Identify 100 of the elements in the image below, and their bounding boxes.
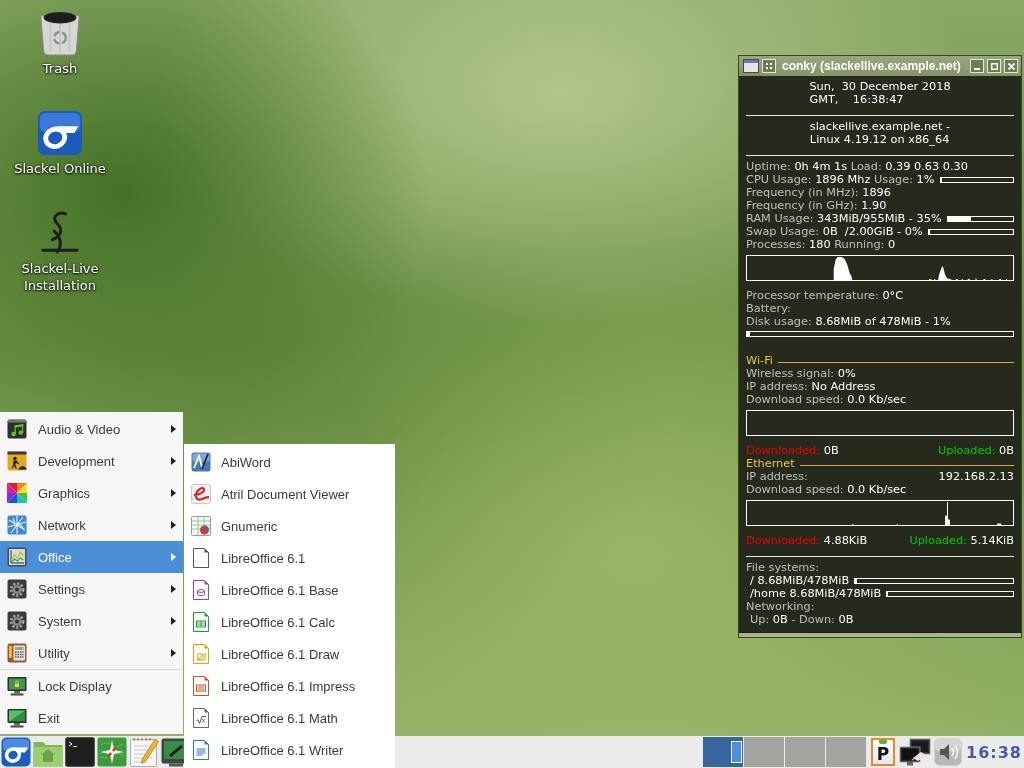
close-icon bbox=[1007, 62, 1015, 70]
stat-value: 1% bbox=[916, 173, 935, 186]
stat-label: Up: bbox=[750, 613, 770, 626]
text-document-icon bbox=[193, 740, 209, 760]
resize-border[interactable] bbox=[739, 632, 1021, 637]
submenu-arrow-icon bbox=[171, 521, 176, 529]
volume-icon[interactable] bbox=[934, 738, 963, 766]
stat-value: 0.0 Kb/sec bbox=[847, 393, 907, 406]
stat-label: Load: bbox=[850, 160, 882, 173]
stat-label: - Down: bbox=[791, 613, 835, 626]
menu-item[interactable]: System bbox=[0, 605, 183, 637]
window-menu-button[interactable] bbox=[762, 59, 776, 73]
workspace-button[interactable] bbox=[703, 737, 744, 767]
stat-label: Usage: bbox=[874, 173, 913, 186]
stat-label: Download speed: bbox=[746, 483, 844, 496]
stat-value: 0B bbox=[838, 613, 854, 626]
menu-item[interactable]: Utility bbox=[0, 637, 183, 669]
spreadsheet-document-icon bbox=[193, 612, 209, 632]
maximize-button[interactable] bbox=[987, 59, 1001, 73]
stat-value: 0B bbox=[772, 613, 788, 626]
stat-label: Processes: bbox=[746, 238, 806, 251]
menu-item[interactable]: Lock Display bbox=[0, 670, 183, 702]
menu-item[interactable]: Audio & Video bbox=[0, 413, 183, 445]
stat-label: Download speed: bbox=[746, 393, 844, 406]
stat-label: Frequency (in MHz): bbox=[746, 186, 859, 199]
stat-label: Battery: bbox=[746, 302, 791, 315]
calculator-icon bbox=[7, 643, 27, 663]
section-heading: Ethernet bbox=[746, 457, 795, 470]
menu-item[interactable]: LibreOffice 6.1 bbox=[184, 542, 395, 574]
info-text: Sun, 30 December 2018 bbox=[809, 80, 951, 93]
menu-item[interactable]: LibreOffice 6.1 Draw bbox=[184, 638, 395, 670]
stat-value: 0B bbox=[823, 444, 839, 457]
database-document-icon bbox=[193, 580, 209, 600]
stat-value: 0B /2.00GiB - 0% bbox=[822, 225, 923, 238]
section-heading: Wi-Fi bbox=[746, 354, 773, 367]
dots-icon bbox=[766, 63, 772, 69]
menu-item[interactable]: LibreOffice 6.1 Calc bbox=[184, 606, 395, 638]
menu-item[interactable]: Development bbox=[0, 445, 183, 477]
stat-value: 192.168.2.13 bbox=[938, 470, 1014, 483]
stat-label: File systems: bbox=[746, 561, 820, 574]
gear-icon bbox=[7, 579, 27, 599]
menu-item[interactable]: Gnumeric bbox=[184, 510, 395, 542]
stat-value: 0.0 Kb/sec bbox=[847, 483, 907, 496]
stat-label: Uploaded: bbox=[909, 534, 967, 547]
maximize-icon bbox=[990, 62, 998, 70]
stat-label: Processor temperature: bbox=[746, 289, 879, 302]
trash-icon bbox=[37, 10, 83, 56]
info-text: Linux 4.19.12 on x86_64 bbox=[809, 133, 951, 146]
stat-value: 0°C bbox=[882, 289, 904, 302]
pen-icon bbox=[191, 452, 211, 472]
stat-label: Disk usage: bbox=[746, 315, 812, 328]
stat-value: /home 8.68MiB/478MiB bbox=[750, 587, 882, 600]
starburst-icon bbox=[7, 515, 27, 535]
close-button[interactable] bbox=[1004, 59, 1018, 73]
compass-icon[interactable] bbox=[97, 737, 127, 767]
swoosh-icon bbox=[191, 484, 211, 504]
stat-label: Downloaded: bbox=[746, 444, 821, 457]
menu-item[interactable]: Network bbox=[0, 509, 183, 541]
monitor-icon bbox=[7, 708, 27, 728]
stat-label: Frequency (in GHz): bbox=[746, 199, 858, 212]
menu-item[interactable]: LibreOffice 6.1 Impress bbox=[184, 670, 395, 702]
window-title: conky (slackellive.example.net) bbox=[782, 59, 962, 73]
menu-item[interactable]: AbiWord bbox=[184, 446, 395, 478]
menu-item[interactable]: Atril Document Viewer bbox=[184, 478, 395, 510]
presentation-document-icon bbox=[193, 676, 209, 696]
menu-item[interactable]: Settings bbox=[0, 573, 183, 605]
monitor-lock-icon bbox=[7, 676, 27, 696]
stat-value: No Address bbox=[811, 380, 876, 393]
stat-value: 8.68MiB of 478MiB - 1% bbox=[815, 315, 951, 328]
menu-item[interactable]: Exit bbox=[0, 702, 183, 734]
submenu-arrow-icon bbox=[171, 553, 176, 561]
stat-value: 1.90 bbox=[861, 199, 887, 212]
gear-icon bbox=[7, 611, 27, 631]
stat-value: 180 bbox=[809, 238, 831, 251]
desktop-shortcut[interactable]: Slackel-Live Installation bbox=[4, 210, 116, 294]
stat-value: 0.39 0.63 0.30 bbox=[885, 160, 968, 173]
menu-item[interactable]: LibreOffice 6.1 Base bbox=[184, 574, 395, 606]
menu-item[interactable]: LibreOffice 6.1 Math bbox=[184, 702, 395, 734]
clipboard-button[interactable]: P bbox=[871, 738, 896, 766]
menu-item[interactable]: Graphics bbox=[0, 477, 183, 509]
desktop-shortcut[interactable]: Slackel Online bbox=[14, 110, 106, 177]
stat-value: 0 bbox=[888, 238, 896, 251]
menu-item[interactable]: LibreOffice 6.1 Writer bbox=[184, 734, 395, 766]
stat-label: Wireless signal: bbox=[746, 367, 835, 380]
stat-value: 5.14KiB bbox=[970, 534, 1014, 547]
stat-label: IP address: bbox=[746, 380, 808, 393]
logo-icon[interactable] bbox=[1, 737, 31, 767]
spreadsheet-icon bbox=[191, 516, 211, 536]
minimize-button[interactable] bbox=[970, 59, 984, 73]
formula-document-icon bbox=[193, 708, 209, 728]
submenu-arrow-icon bbox=[171, 489, 176, 497]
submenu-arrow-icon bbox=[171, 425, 176, 433]
chart-icon bbox=[7, 547, 27, 567]
submenu-arrow-icon bbox=[171, 617, 176, 625]
terminal-icon[interactable] bbox=[65, 737, 95, 767]
network-icon[interactable] bbox=[899, 738, 932, 766]
desktop-shortcut[interactable]: Trash bbox=[37, 10, 83, 77]
clock-text[interactable]: 16:38 bbox=[966, 742, 1022, 762]
stat-value: 1896 Mhz bbox=[815, 173, 871, 186]
window-icon[interactable] bbox=[743, 59, 759, 73]
